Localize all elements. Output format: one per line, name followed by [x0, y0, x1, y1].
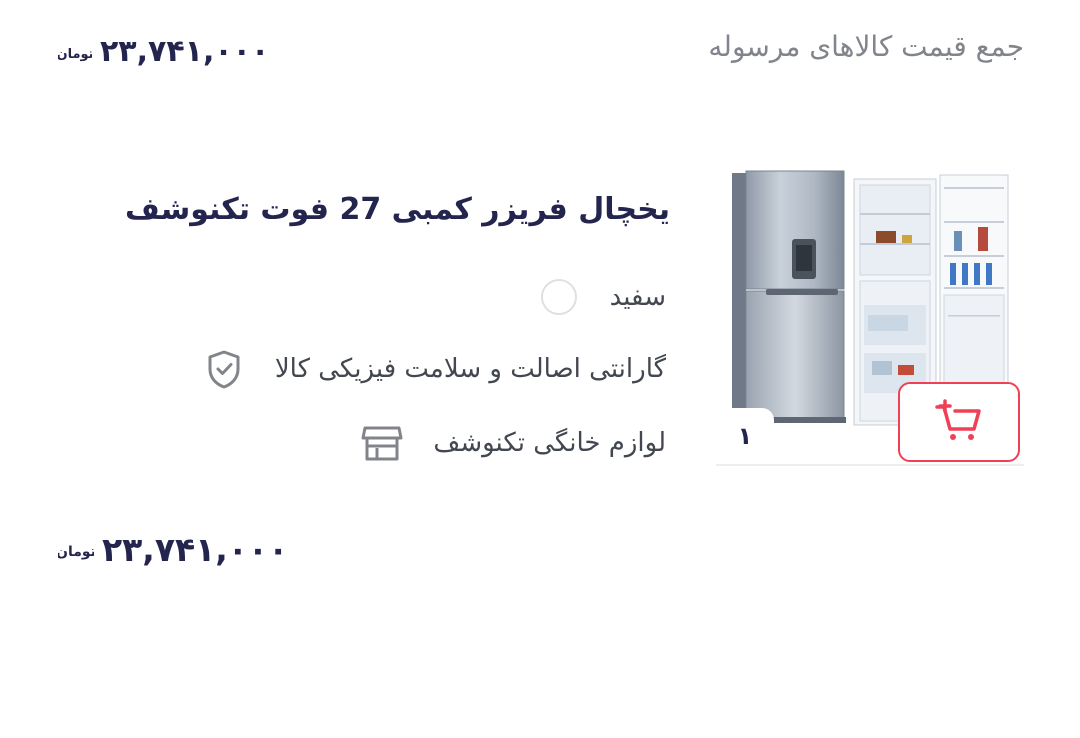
shipment-total-label: جمع قیمت کالاهای مرسوله — [708, 30, 1024, 63]
shield-check-icon — [203, 348, 245, 390]
total-price: تومان ۲۳,۷۴۱,۰۰۰ — [58, 530, 288, 569]
store-icon — [361, 422, 403, 464]
product-color-row: سفید — [538, 276, 666, 318]
product-seller-row: لوازم خانگی تکنوشف — [361, 422, 666, 464]
product-warranty-row: گارانتی اصالت و سلامت فیزیکی کالا — [203, 348, 666, 390]
shipment-total-amount: ۲۳,۷۴۱,۰۰۰ — [100, 34, 270, 69]
image-divider — [716, 464, 1024, 466]
product-title[interactable]: یخچال فریزر کمبی 27 فوت تکنوشف — [125, 192, 670, 227]
add-to-cart-button[interactable] — [898, 382, 1020, 462]
product-color-label: سفید — [609, 282, 666, 312]
svg-text:تومان: تومان — [58, 544, 94, 560]
color-swatch-icon — [538, 276, 580, 318]
cart-add-icon — [933, 397, 985, 447]
quantity-badge: ۱ — [716, 408, 774, 464]
total-amount: ۲۳,۷۴۱,۰۰۰ — [102, 530, 289, 569]
toman-currency-icon: تومان — [58, 41, 92, 63]
product-seller-label: لوازم خانگی تکنوشف — [433, 428, 666, 458]
shipment-total-price: تومان ۲۳,۷۴۱,۰۰۰ — [58, 34, 269, 69]
cart-shipment-screen: جمع قیمت کالاهای مرسوله تومان ۲۳,۷۴۱,۰۰۰ — [0, 0, 1080, 738]
toman-currency-icon: تومان — [58, 538, 94, 562]
product-warranty-label: گارانتی اصالت و سلامت فیزیکی کالا — [274, 354, 666, 384]
svg-text:تومان: تومان — [58, 47, 92, 62]
